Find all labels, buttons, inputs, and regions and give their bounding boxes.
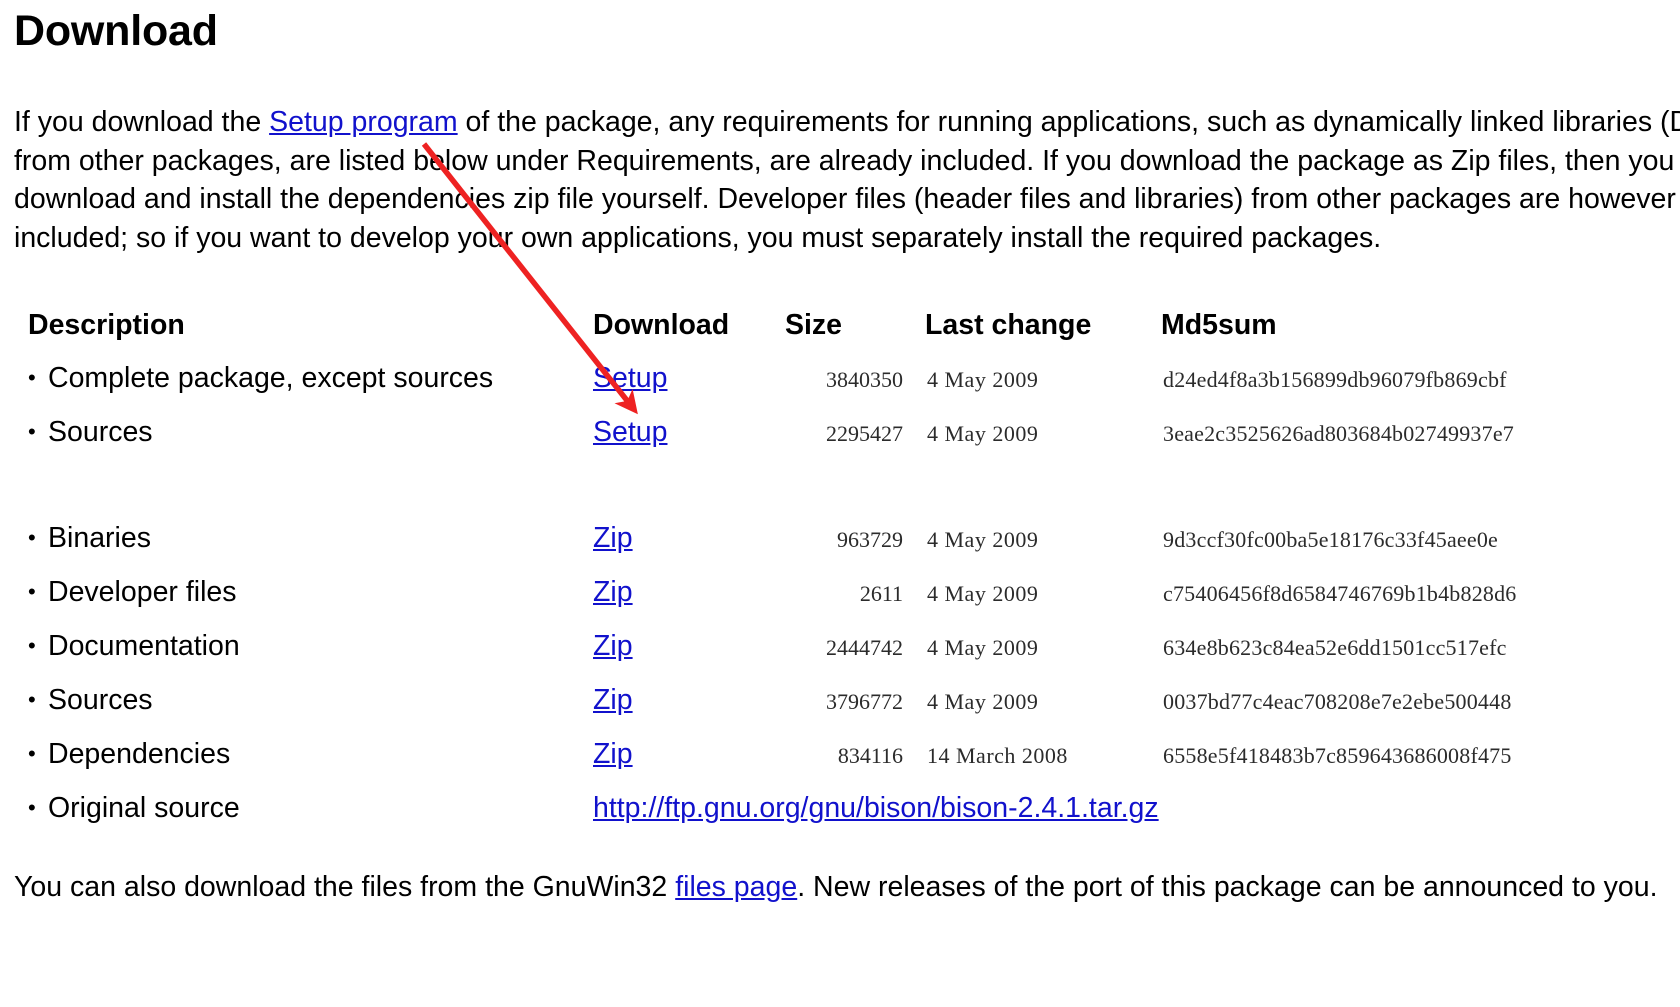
setup-program-link[interactable]: Setup program [269,106,458,138]
outro-paragraph: You can also download the files from the… [14,868,1680,906]
row-size-cell: 2295427 [826,421,903,447]
row-size-cell: 3840350 [826,367,903,393]
row-size-cell: 963729 [837,527,903,553]
files-page-link[interactable]: files page [675,871,797,903]
download-zip-link[interactable]: Zip [593,738,633,770]
spacer-cell [1139,460,1654,512]
row-download-cell: Zip [593,620,779,674]
spacer-cell [907,460,1139,512]
download-zip-link[interactable]: Zip [593,522,633,554]
spacer-cell [779,460,907,512]
table-row: • Original source http://ftp.gnu.org/gnu/… [14,782,1654,834]
row-description-cell: • Binaries [14,512,593,566]
row-md5sum-cell: 9d3ccf30fc00ba5e18176c33f45aee0e [1163,527,1499,553]
row-original-source-cell: http://ftp.gnu.org/gnu/bison/bison-2.4.1… [593,782,1654,834]
row-md5sum-cell: 634e8b623c84ea52e6dd1501cc517efc [1163,635,1507,661]
bullet-icon: • [28,579,36,605]
spacer-cell [593,460,779,512]
bullet-icon: • [28,633,36,659]
bullet-icon: • [28,741,36,767]
row-description-cell: • Dependencies [14,728,593,782]
row-download-cell: Zip [593,512,779,566]
table-row: • Complete package, except sources Setup … [14,352,1654,406]
row-description-cell: • Original source [14,782,593,834]
download-setup-link[interactable]: Setup [593,416,667,448]
row-md5sum-cell: 0037bd77c4eac708208e7e2ebe500448 [1163,689,1512,715]
row-last-change-cell: 14 March 2008 [927,743,1068,769]
column-header-description: Description [28,309,185,342]
row-description-text: Documentation [48,630,240,663]
row-last-change-cell: 4 May 2009 [927,635,1039,661]
row-md5sum-cell: c75406456f8d6584746769b1b4b828d6 [1163,581,1517,607]
intro-text-before: If you download the [14,106,270,139]
column-header-download: Download [593,309,730,342]
row-last-change-cell: 4 May 2009 [927,527,1039,553]
download-zip-link[interactable]: Zip [593,576,633,608]
row-md5sum-cell: d24ed4f8a3b156899db96079fb869cbf [1163,367,1507,393]
column-header-size: Size [785,309,843,342]
row-last-change-cell: 4 May 2009 [927,367,1039,393]
row-description-text: Complete package, except sources [48,362,494,395]
download-setup-link[interactable]: Setup [593,362,667,394]
table-row: • Sources Zip 3796772 4 May 2009 0037bd77… [14,674,1654,728]
row-description-text: Dependencies [48,738,231,771]
row-description-text: Sources [48,416,153,449]
downloads-table: Description Download Size Last change Md… [14,309,1654,834]
column-header-md5sum: Md5sum [1161,309,1277,342]
row-description-text: Original source [48,792,240,825]
row-description-text: Binaries [48,522,151,555]
row-description-cell: • Complete package, except sources [14,352,593,406]
intro-paragraph: If you download the Setup program of the… [14,103,1680,257]
download-zip-link[interactable]: Zip [593,684,633,716]
row-description-text: Developer files [48,576,237,609]
bullet-icon: • [28,419,36,445]
column-header-last-change: Last change [925,309,1092,342]
table-row: • Sources Setup 2295427 4 May 2009 3eae2c… [14,406,1654,460]
row-md5sum-cell: 3eae2c3525626ad803684b02749937e7 [1163,421,1514,447]
outro-text-before: You can also download the files from the… [14,871,676,904]
table-row: • Developer files Zip 2611 4 May 2009 c75… [14,566,1654,620]
row-download-cell: Zip [593,728,779,782]
row-size-cell: 834116 [837,743,903,769]
row-md5sum-cell: 6558e5f418483b7c859643686008f475 [1163,743,1512,769]
table-row: • Dependencies Zip 834116 14 March 2008 6… [14,728,1654,782]
outro-text-after: . New releases of the port of this packa… [797,871,1658,904]
row-size-cell: 2611 [859,581,903,607]
table-row: • Documentation Zip 2444742 4 May 2009 63… [14,620,1654,674]
bullet-icon: • [28,795,36,821]
download-page: Download If you download the Setup progr… [0,7,1680,1007]
original-source-link[interactable]: http://ftp.gnu.org/gnu/bison/bison-2.4.1… [593,792,1159,824]
bullet-icon: • [28,365,36,391]
page-title: Download [14,7,218,55]
bullet-icon: • [28,687,36,713]
table-header-row: Description Download Size Last change Md… [14,309,1654,352]
row-last-change-cell: 4 May 2009 [927,581,1039,607]
spacer-cell [14,460,593,512]
row-size-cell: 2444742 [826,635,903,661]
row-description-cell: • Sources [14,674,593,728]
table-row: • Binaries Zip 963729 4 May 2009 9d3ccf30… [14,512,1654,566]
bullet-icon: • [28,525,36,551]
table-spacer-row [14,460,1654,512]
table-body: • Complete package, except sources Setup … [14,352,1654,834]
row-description-cell: • Documentation [14,620,593,674]
row-download-cell: Setup [593,406,779,460]
table-header: Description Download Size Last change Md… [14,309,1654,352]
row-description-text: Sources [48,684,153,717]
row-last-change-cell: 4 May 2009 [927,689,1039,715]
download-zip-link[interactable]: Zip [593,630,633,662]
row-download-cell: Zip [593,674,779,728]
row-description-cell: • Sources [14,406,593,460]
row-size-cell: 3796772 [826,689,903,715]
row-description-cell: • Developer files [14,566,593,620]
row-last-change-cell: 4 May 2009 [927,421,1039,447]
row-download-cell: Zip [593,566,779,620]
row-download-cell: Setup [593,352,779,406]
